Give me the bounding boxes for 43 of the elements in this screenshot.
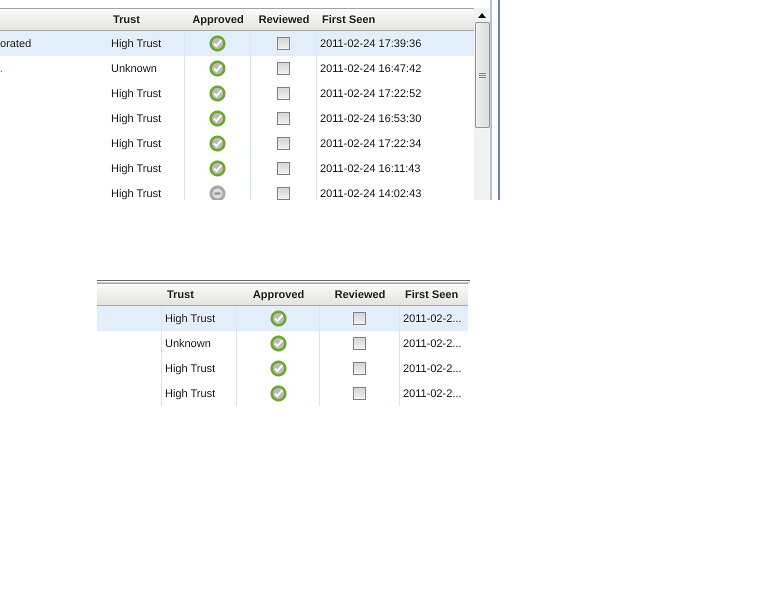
date-text: 2011-02-24 16:11:43 <box>320 162 421 174</box>
date-text: 2011-02-2... <box>403 362 462 374</box>
reviewed-checkbox[interactable] <box>277 37 290 50</box>
check-icon <box>209 35 226 52</box>
reviewed-checkbox[interactable] <box>277 87 290 100</box>
check-icon <box>270 360 286 377</box>
minus-icon <box>209 185 226 200</box>
scrollbar[interactable] <box>474 8 490 200</box>
date-text: 2011-02-2... <box>403 388 462 400</box>
check-icon <box>270 385 286 402</box>
check-icon <box>270 335 286 352</box>
scroll-thumb[interactable] <box>474 22 490 128</box>
reviewed-checkbox[interactable] <box>277 112 290 125</box>
table-cell[interactable]: High Trust <box>108 31 185 56</box>
reviewed-checkbox[interactable] <box>353 337 366 350</box>
grip-icon <box>478 72 486 78</box>
date-text: 2011-02-2... <box>403 338 462 350</box>
reviewed-checkbox[interactable] <box>277 137 290 150</box>
column-header[interactable]: Trust <box>113 14 140 26</box>
up-arrow-icon[interactable] <box>478 13 486 18</box>
date-text: 2011-02-2... <box>403 312 462 324</box>
reviewed-checkbox[interactable] <box>277 187 290 200</box>
column-header[interactable]: First Seen <box>322 14 376 26</box>
date-text: 2011-02-24 16:53:30 <box>320 112 422 124</box>
date-text: 2011-02-24 14:02:43 <box>320 188 422 200</box>
table-cell[interactable]: High Trust <box>162 306 237 331</box>
reviewed-checkbox[interactable] <box>353 387 366 400</box>
check-icon <box>209 85 226 102</box>
date-text: 2011-02-24 16:47:42 <box>320 62 422 74</box>
check-icon <box>209 160 226 177</box>
check-icon <box>209 135 226 152</box>
check-icon <box>209 60 226 77</box>
table-cell: orated <box>0 31 108 56</box>
reviewed-checkbox[interactable] <box>353 362 366 375</box>
reviewed-checkbox[interactable] <box>277 162 290 175</box>
column-header[interactable]: Trust <box>167 288 194 300</box>
check-icon <box>209 110 226 127</box>
date-text: 2011-02-24 17:22:52 <box>320 88 422 100</box>
reviewed-checkbox[interactable] <box>277 62 290 75</box>
date-text: 2011-02-24 17:22:34 <box>320 138 422 150</box>
date-text: 2011-02-24 17:39:36 <box>320 38 422 50</box>
check-icon <box>270 310 286 327</box>
reviewed-checkbox[interactable] <box>353 312 366 325</box>
